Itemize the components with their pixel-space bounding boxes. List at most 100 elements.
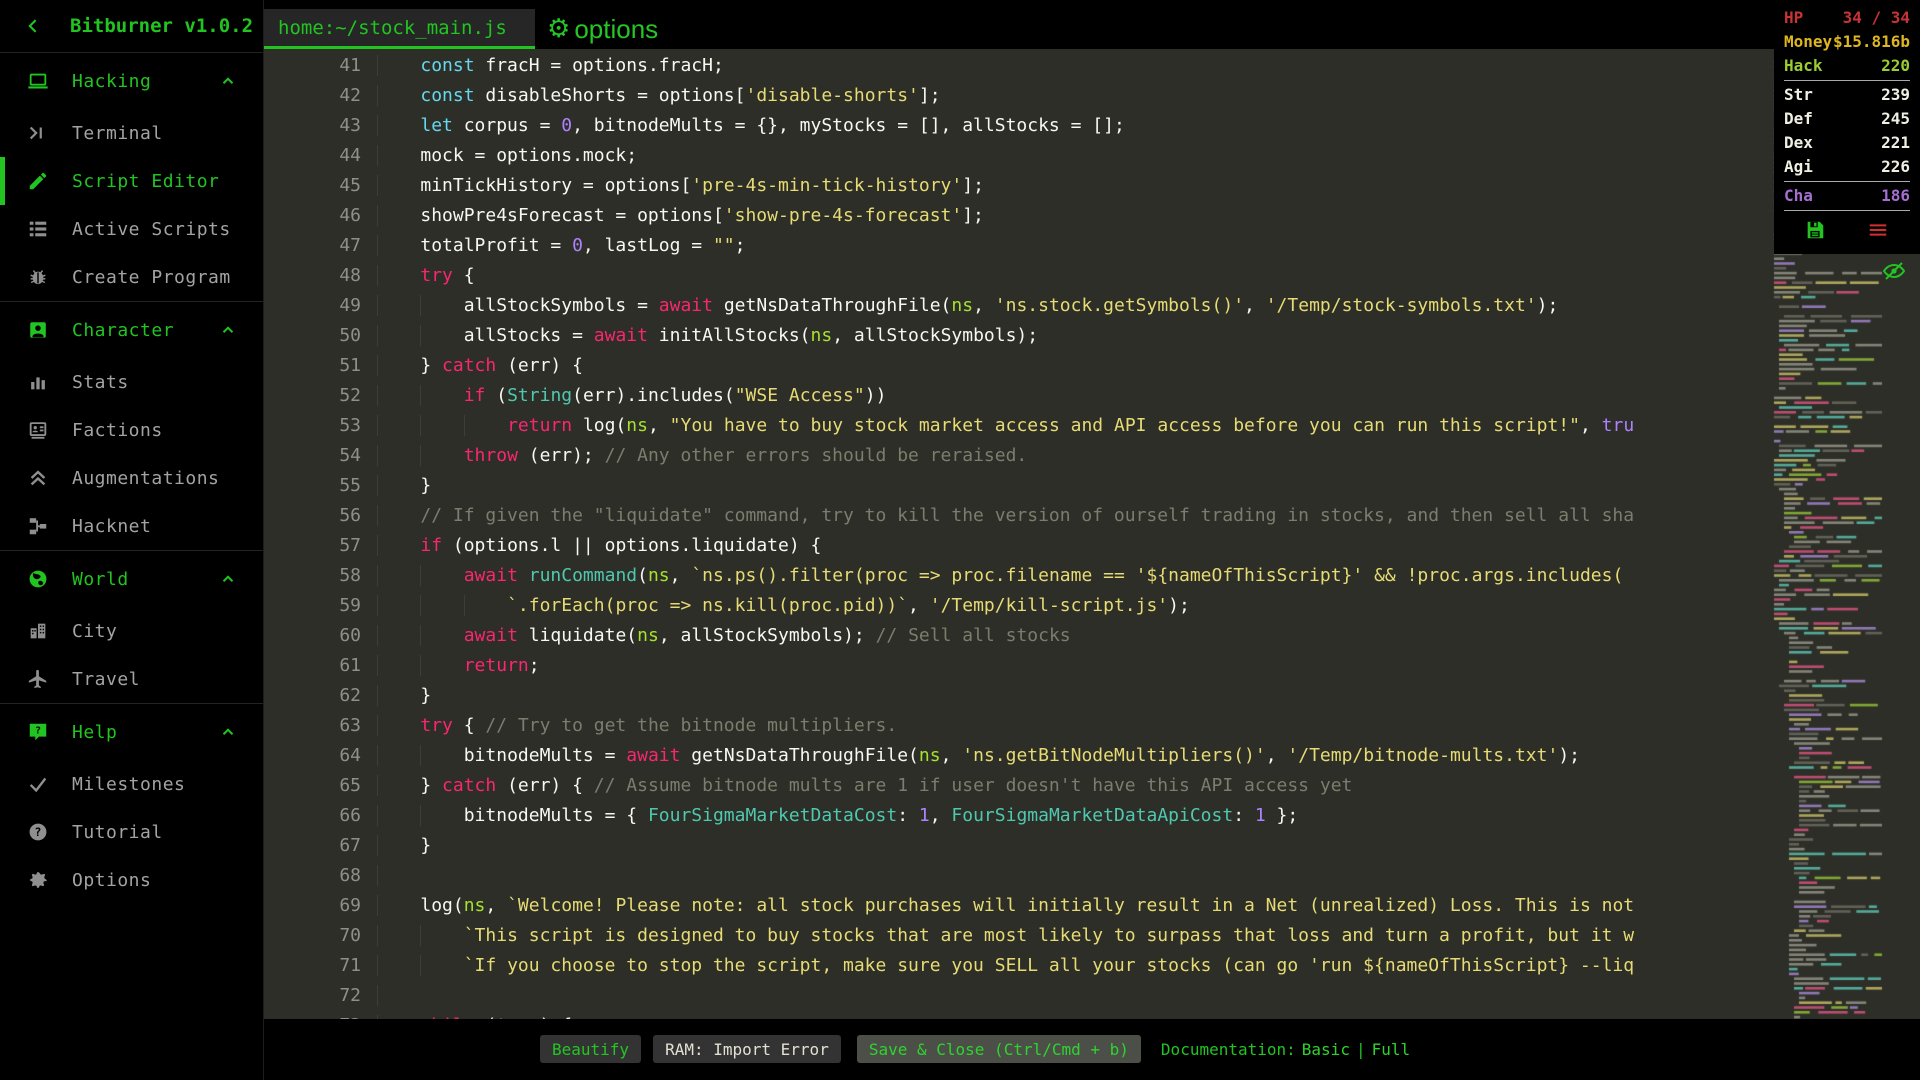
sidebar-section-hacking[interactable]: Hacking (0, 53, 263, 109)
code-line[interactable]: 68 (264, 861, 1770, 891)
bug-icon (26, 265, 50, 289)
code-line[interactable]: 64 bitnodeMults = await getNsDataThrough… (264, 741, 1770, 771)
code-line[interactable]: 66 bitnodeMults = { FourSigmaMarketDataC… (264, 801, 1770, 831)
line-number: 72 (339, 985, 361, 1006)
editor-tab-bar: home:~/stock_main.js ⚙ options (264, 0, 1920, 49)
sidebar-section-help[interactable]: ? Help (0, 704, 263, 760)
code-line[interactable]: 46 showPre4sForecast = options['show-pre… (264, 201, 1770, 231)
code-text: minTickHistory = options['pre-4s-min-tic… (361, 171, 984, 201)
code-line[interactable]: 60 await liquidate(ns, allStockSymbols);… (264, 621, 1770, 651)
sidebar-item-travel[interactable]: Travel (0, 655, 263, 703)
documentation-basic-link[interactable]: Basic (1302, 1040, 1350, 1059)
documentation-full-link[interactable]: Full (1372, 1040, 1411, 1059)
code-line[interactable]: 70 `This script is designed to buy stock… (264, 921, 1770, 951)
stat-row-cha: Cha 186 (1784, 184, 1910, 208)
chevron-up-icon[interactable] (219, 723, 237, 741)
code-line[interactable]: 69 log(ns, `Welcome! Please note: all st… (264, 891, 1770, 921)
augmentations-icon (26, 466, 50, 490)
sidebar-item-hacknet[interactable]: Hacknet (0, 502, 263, 550)
code-line[interactable]: 44 mock = options.mock; (264, 141, 1770, 171)
save-game-icon[interactable] (1804, 219, 1826, 241)
code-line[interactable]: 61 return; (264, 651, 1770, 681)
open-file-tab[interactable]: home:~/stock_main.js (264, 9, 535, 49)
airplane-icon (26, 667, 50, 691)
code-line[interactable]: 55 } (264, 471, 1770, 501)
code-line[interactable]: 65 } catch (err) { // Assume bitnode mul… (264, 771, 1770, 801)
sidebar-section-world[interactable]: World (0, 551, 263, 607)
code-text: try { // Try to get the bitnode multipli… (361, 711, 897, 741)
code-line[interactable]: 53 return log(ns, "You have to buy stock… (264, 411, 1770, 441)
stat-label: Str (1784, 85, 1813, 104)
line-number: 60 (339, 625, 361, 646)
editor-options-button[interactable]: ⚙ options (547, 9, 658, 49)
code-line[interactable]: 62 } (264, 681, 1770, 711)
terminal-icon (26, 121, 50, 145)
code-line[interactable]: 41 const fracH = options.fracH; (264, 51, 1770, 81)
code-text: showPre4sForecast = options['show-pre-4s… (361, 201, 984, 231)
divider (1784, 210, 1910, 211)
code-line[interactable]: 57 if (options.l || options.liquidate) { (264, 531, 1770, 561)
code-text: totalProfit = 0, lastLog = ""; (361, 231, 745, 261)
code-line[interactable]: 45 minTickHistory = options['pre-4s-min-… (264, 171, 1770, 201)
code-line[interactable]: 49 allStockSymbols = await getNsDataThro… (264, 291, 1770, 321)
code-text: mock = options.mock; (361, 141, 637, 171)
stat-value: 34 / 34 (1842, 8, 1910, 27)
code-line[interactable]: 50 allStocks = await initAllStocks(ns, a… (264, 321, 1770, 351)
code-text: } (361, 471, 431, 501)
chevron-up-icon[interactable] (219, 570, 237, 588)
code-line[interactable]: 43 let corpus = 0, bitnodeMults = {}, my… (264, 111, 1770, 141)
sidebar-item-stats[interactable]: Stats (0, 358, 263, 406)
code-line[interactable]: 73 while (true) { (264, 1011, 1770, 1019)
line-number: 41 (339, 55, 361, 76)
code-line[interactable]: 51 } catch (err) { (264, 351, 1770, 381)
documentation-separator: | (1355, 1039, 1366, 1059)
chevron-up-icon[interactable] (219, 321, 237, 339)
code-line[interactable]: 42 const disableShorts = options['disabl… (264, 81, 1770, 111)
stat-value: 220 (1881, 56, 1910, 75)
chevron-up-icon[interactable] (219, 72, 237, 90)
code-editor[interactable]: 41 const fracH = options.fracH; 42 const … (264, 49, 1920, 1019)
open-file-name: home:~/stock_main.js (278, 16, 507, 39)
list-icon (26, 217, 50, 241)
divider (1784, 181, 1910, 182)
line-number: 70 (339, 925, 361, 946)
stat-label: Money (1784, 32, 1833, 51)
code-text: let corpus = 0, bitnodeMults = {}, mySto… (361, 111, 1124, 141)
save-close-button[interactable]: Save & Close (Ctrl/Cmd + b) (856, 1035, 1141, 1063)
code-line[interactable]: 67 } (264, 831, 1770, 861)
code-line[interactable]: 71 `If you choose to stop the script, ma… (264, 951, 1770, 981)
sidebar-item-active-scripts[interactable]: Active Scripts (0, 205, 263, 253)
code-line[interactable]: 59 `.forEach(proc => ns.kill(proc.pid))`… (264, 591, 1770, 621)
code-text: // If given the "liquidate" command, try… (361, 501, 1634, 531)
beautify-button[interactable]: Beautify (540, 1035, 642, 1063)
kill-all-scripts-icon[interactable] (1866, 219, 1890, 241)
sidebar-item-options[interactable]: Options (0, 856, 263, 904)
code-line[interactable]: 56 // If given the "liquidate" command, … (264, 501, 1770, 531)
code-line[interactable]: 48 try { (264, 261, 1770, 291)
code-line[interactable]: 47 totalProfit = 0, lastLog = ""; (264, 231, 1770, 261)
sidebar-item-factions[interactable]: Factions (0, 406, 263, 454)
code-line[interactable]: 72 (264, 981, 1770, 1011)
code-line[interactable]: 63 try { // Try to get the bitnode multi… (264, 711, 1770, 741)
sidebar-item-terminal[interactable]: Terminal (0, 109, 263, 157)
sidebar-section-character[interactable]: Character (0, 302, 263, 358)
line-number: 67 (339, 835, 361, 856)
code-line[interactable]: 52 if (String(err).includes("WSE Access"… (264, 381, 1770, 411)
sidebar-item-tutorial[interactable]: ? Tutorial (0, 808, 263, 856)
sidebar-item-milestones[interactable]: Milestones (0, 760, 263, 808)
character-overview-panel: HP 34 / 34 Money $15.816b Hack 220 Str 239 Def 24… (1774, 0, 1920, 254)
app-title: Bitburner v1.0.2 (70, 15, 254, 37)
collapse-sidebar-icon[interactable] (24, 16, 58, 36)
sidebar-item-city[interactable]: City (0, 607, 263, 655)
line-number: 51 (339, 355, 361, 376)
sidebar-item-augmentations[interactable]: Augmentations (0, 454, 263, 502)
code-line[interactable]: 58 await runCommand(ns, `ns.ps().filter(… (264, 561, 1770, 591)
line-number: 44 (339, 145, 361, 166)
sidebar-item-script-editor[interactable]: Script Editor (0, 157, 263, 205)
question-icon: ? (26, 820, 50, 844)
sidebar-item-create-program[interactable]: Create Program (0, 253, 263, 301)
code-line[interactable]: 54 throw (err); // Any other errors shou… (264, 441, 1770, 471)
code-area[interactable]: 41 const fracH = options.fracH; 42 const … (264, 51, 1770, 1019)
stat-label: Def (1784, 109, 1813, 128)
